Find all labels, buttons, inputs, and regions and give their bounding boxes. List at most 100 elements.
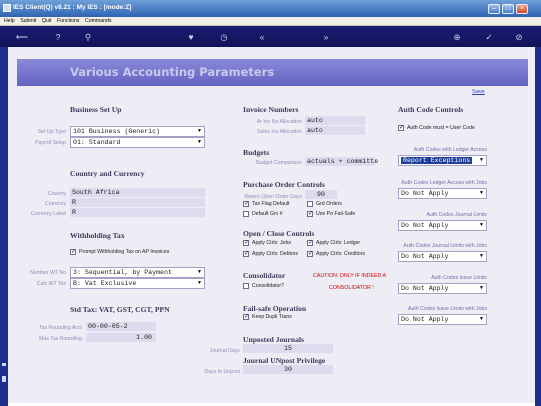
payroll-setup-label: Payroll Setup	[35, 140, 66, 146]
number-wt-value: 3: Sequential, by Payment	[73, 269, 172, 276]
chevron-down-icon: ▼	[479, 316, 484, 322]
chevron-down-icon: ▼	[479, 157, 484, 163]
auth-issue-jobs-select[interactable]: Do Not Apply ▼	[398, 314, 487, 325]
auth-journal-limits-select[interactable]: Do Not Apply ▼	[398, 220, 487, 231]
calc-wt-value: B: Vat Exclusive	[73, 280, 137, 287]
page-title: Various Accounting Parameters	[70, 65, 275, 79]
page-header: Various Accounting Parameters	[17, 59, 528, 86]
std-tax-heading: Std Tax: VAT, GST, CGT, PPN	[70, 305, 170, 314]
search-icon[interactable]: ⚲	[82, 31, 94, 43]
heart-icon[interactable]: ♥	[185, 31, 197, 43]
apply-ctrls-jobs-checkbox[interactable]: ✓ Apply Ctrls: Jobs	[243, 240, 291, 246]
checkbox-box: ✓	[307, 251, 314, 257]
keep-dupli-trans-label: Keep Dupli Trans	[252, 314, 292, 320]
invoice-numbers-heading: Invoice Numbers	[243, 105, 299, 114]
unposted-journals-heading: Unposted Journals	[243, 335, 304, 344]
chevron-down-icon: ▼	[479, 190, 484, 196]
save-link[interactable]: Save	[472, 89, 485, 95]
checkbox-box: ✓	[243, 240, 250, 246]
apply-ctrls-debtors-checkbox[interactable]: ✓ Apply Ctrls: Debtors	[243, 251, 298, 257]
return-open-order-days-label: Return Open Order Days	[244, 194, 302, 200]
menu-quit[interactable]: Quit	[42, 17, 52, 26]
auth-issue-limits-value: Do Not Apply	[401, 285, 449, 292]
country-field[interactable]: South Africa	[70, 188, 205, 197]
maximize-icon[interactable]: □	[502, 4, 514, 14]
max-tax-rounding-label: Max Tax Rounding	[39, 336, 82, 342]
right-strip	[535, 47, 541, 406]
chevron-down-icon: ▼	[197, 280, 202, 286]
days-to-unpost-label: Days to Unpost	[204, 369, 240, 375]
business-setup-heading: Business Set Up	[70, 105, 122, 114]
default-grv-label: Default Grv #	[252, 211, 283, 217]
minimize-icon[interactable]: –	[488, 4, 500, 14]
payroll-setup-value: 01: Standard	[73, 139, 121, 146]
checkbox-box: ✓	[243, 201, 250, 207]
payroll-setup-select[interactable]: 01: Standard ▼	[70, 137, 205, 148]
menu-submit[interactable]: Submit	[20, 17, 36, 26]
plus-icon[interactable]: ⊕	[451, 31, 463, 43]
rewind-icon[interactable]: «	[256, 31, 268, 43]
auth-ledger-jobs-select[interactable]: Do Not Apply ▼	[398, 188, 487, 199]
currency-field[interactable]: R	[70, 198, 205, 207]
chevron-down-icon: ▼	[197, 269, 202, 275]
chevron-down-icon: ▼	[479, 222, 484, 228]
check-icon[interactable]: ✓	[483, 31, 495, 43]
tax-flag-default-checkbox[interactable]: ✓ Tax Flag Default	[243, 201, 289, 207]
chevron-down-icon: ▼	[197, 128, 202, 134]
default-grv-checkbox[interactable]: Default Grv #	[243, 211, 283, 217]
auth-ledger-access-label: Auth Codes with Ledger Access	[413, 147, 487, 153]
country-currency-heading: Country and Currency	[70, 169, 145, 178]
currency-label-field[interactable]: R	[70, 208, 205, 217]
consolidator-heading: Consolidator	[243, 271, 286, 280]
auth-journal-jobs-select[interactable]: Do Not Apply ▼	[398, 251, 487, 262]
prompt-withholding-checkbox[interactable]: ✓ Prompt Withholding Tax on AP Invoices	[70, 249, 169, 255]
auth-journal-limits-value: Do Not Apply	[401, 222, 449, 229]
help-icon[interactable]: ?	[52, 31, 64, 43]
sales-inv-field[interactable]: auto	[305, 126, 365, 135]
days-to-unpost-field[interactable]: 30	[243, 365, 333, 374]
currency-label-value: R	[72, 209, 76, 216]
cancel-icon[interactable]: ⊘	[513, 31, 525, 43]
set-up-type-select[interactable]: 101 Business (Generic) ▼	[70, 126, 205, 137]
menu-help[interactable]: Help	[4, 17, 15, 26]
auth-journal-limits-label: Auth Codes Journal Limits	[426, 212, 487, 218]
consolidator-checkbox[interactable]: Consolidator?	[243, 283, 284, 289]
currency-label: Currency	[44, 201, 66, 207]
fast-forward-icon[interactable]: »	[320, 31, 332, 43]
auth-ledger-access-select[interactable]: Report Exceptions ▼	[398, 155, 487, 166]
toolbar: ⟵ ? ⚲ ♥ ◷ « » ⊕ ✓ ⊘	[0, 26, 541, 47]
unpost-privilege-heading: Journal UNpost Privilege	[243, 356, 326, 365]
apply-ctrls-ledger-label: Apply Ctrls: Ledger	[316, 240, 361, 246]
auth-code-user-code-checkbox[interactable]: ✓ Auth Code must = User Code	[398, 125, 475, 131]
return-open-order-days-field[interactable]: 90	[305, 190, 337, 199]
auth-ledger-jobs-label: Auth Codes Ledger Access with Jobs	[401, 180, 487, 186]
back-arrow-icon[interactable]: ⟵	[12, 31, 32, 43]
tax-flag-default-label: Tax Flag Default	[252, 201, 290, 207]
journal-days-label: Journal Days	[209, 348, 240, 354]
keep-dupli-trans-checkbox[interactable]: ✓ Keep Dupli Trans	[243, 314, 292, 320]
use-po-fail-safe-checkbox[interactable]: ✓ Use Po Fail-Safe	[307, 211, 355, 217]
budgets-heading: Budgets	[243, 148, 270, 157]
menu-commands[interactable]: Commands	[85, 17, 112, 26]
currency-value: R	[72, 199, 76, 206]
apply-ctrls-creditors-checkbox[interactable]: ✓ Apply Ctrls: Creditors	[307, 251, 365, 257]
tax-rounding-acct-field[interactable]: 00-00-05-2	[86, 322, 156, 331]
apply-ctrls-ledger-checkbox[interactable]: ✓ Apply Ctrls: Ledger	[307, 240, 360, 246]
clock-icon[interactable]: ◷	[218, 31, 230, 43]
calc-wt-select[interactable]: B: Vat Exclusive ▼	[70, 278, 205, 289]
max-tax-rounding-field[interactable]: 1.00	[86, 333, 156, 342]
grd-orders-checkbox[interactable]: Grd Orders	[307, 201, 342, 207]
journal-days-field[interactable]: 15	[243, 344, 333, 353]
tax-rounding-acct-value: 00-00-05-2	[88, 323, 128, 330]
prompt-withholding-label: Prompt Withholding Tax on AP Invoices	[79, 249, 170, 255]
close-icon[interactable]: ×	[516, 4, 528, 14]
budget-comparison-field[interactable]: actuals + committe	[305, 157, 378, 166]
ar-inv-no-field[interactable]: auto	[305, 116, 365, 125]
ar-inv-no-label: Ar Inv No Allocation	[256, 119, 302, 125]
currency-label-label: Currency Label	[30, 211, 66, 217]
number-wt-select[interactable]: 3: Sequential, by Payment ▼	[70, 267, 205, 278]
chevron-down-icon: ▼	[479, 285, 484, 291]
checkbox-box: ✓	[307, 240, 314, 246]
auth-issue-limits-select[interactable]: Do Not Apply ▼	[398, 283, 487, 294]
menu-functions[interactable]: Functions	[57, 17, 80, 26]
